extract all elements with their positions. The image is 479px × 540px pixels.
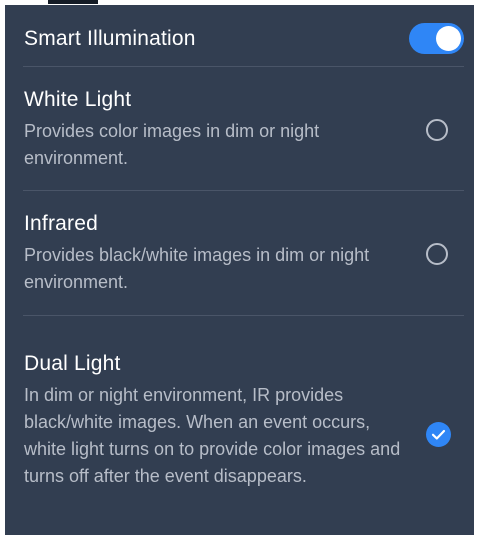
illumination-settings-panel: Smart Illumination White Light Provides … xyxy=(5,5,474,535)
option-description: In dim or night environment, IR provides… xyxy=(24,385,401,486)
option-description: Provides black/white images in dim or ni… xyxy=(24,245,370,292)
dual-light-radio[interactable] xyxy=(426,422,451,447)
top-tab-fragment xyxy=(48,0,98,4)
option-title: White Light xyxy=(24,88,132,111)
white-light-radio[interactable] xyxy=(426,119,448,141)
option-white-light[interactable]: White Light Provides color images in dim… xyxy=(5,67,474,191)
smart-illumination-toggle[interactable] xyxy=(409,23,464,54)
option-dual-light[interactable]: Dual Light In dim or night environment, … xyxy=(5,316,474,535)
checkmark-icon xyxy=(431,429,446,440)
option-title: Infrared xyxy=(24,212,98,235)
option-description: Provides color images in dim or night en… xyxy=(24,121,320,168)
smart-illumination-label: Smart Illumination xyxy=(24,27,196,50)
option-infrared[interactable]: Infrared Provides black/white images in … xyxy=(5,191,474,315)
smart-illumination-row: Smart Illumination xyxy=(5,5,474,67)
option-title: Dual Light xyxy=(24,352,121,375)
toggle-knob xyxy=(436,26,461,51)
infrared-radio[interactable] xyxy=(426,243,448,265)
